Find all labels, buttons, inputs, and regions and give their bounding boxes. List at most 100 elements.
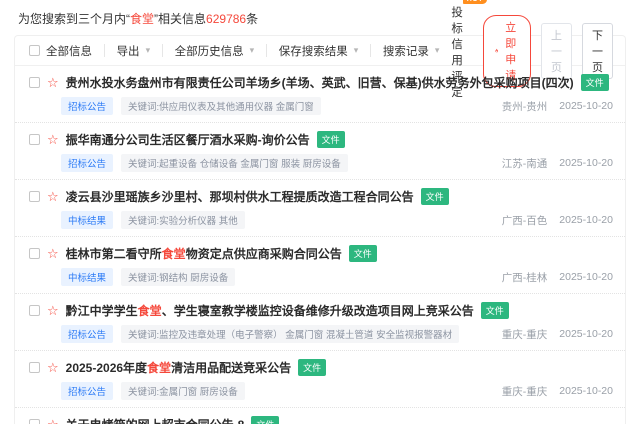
prev-page-button[interactable]: 上一页 bbox=[541, 23, 572, 79]
select-all-label: 全部信息 bbox=[46, 43, 92, 59]
chevron-down-icon: ▾ bbox=[354, 46, 359, 55]
keywords-badge: 关键词:供应用仪表及其他通用仪器 金属门窗 bbox=[121, 97, 321, 115]
title-text: 2025-2026年度 bbox=[66, 361, 147, 375]
title-text: 物资定点供应商采购合同公告 bbox=[186, 247, 342, 261]
search-results-page: 为您搜索到三个月内“食堂”相关信息629786条 全部信息 导出 ▾ 全部历史信… bbox=[0, 0, 640, 424]
summary-keyword: 食堂 bbox=[130, 12, 154, 26]
file-badge[interactable]: 文件 bbox=[481, 302, 509, 319]
result-meta-row: 招标公告 关键词:起重设备 仓储设备 金属门窗 服装 厨房设备 江苏-南通 20… bbox=[29, 154, 613, 172]
search-history-menu[interactable]: 搜索记录 ▾ bbox=[371, 43, 452, 59]
flame-icon bbox=[495, 45, 498, 56]
result-title-row: ☆ 凌云县沙里瑶族乡沙里村、那坝村供水工程提质改造工程合同公告 文件 bbox=[29, 188, 613, 205]
result-row: ☆ 2025-2026年度食堂清洁用品配送竞采公告 文件 招标公告 关键词:金属… bbox=[15, 351, 625, 408]
title-highlight: 食堂 bbox=[162, 247, 186, 261]
title-text: 关于电烤箱的网上超市合同公告-8 bbox=[66, 418, 245, 424]
result-row: ☆ 桂林市第二看守所食堂物资定点供应商采购合同公告 文件 中标结果 关键词:钢结… bbox=[15, 237, 625, 294]
title-text: 振华南通分公司生活区餐厅酒水采购-询价公告 bbox=[66, 133, 310, 147]
hot-badge: HOT bbox=[463, 0, 487, 4]
result-date: 2025-10-20 bbox=[559, 271, 613, 283]
keywords-badge: 关键词:金属门窗 厨房设备 bbox=[121, 382, 245, 400]
title-text: 、学生寝室教学楼监控设备维修升级改造项目网上竞采公告 bbox=[162, 304, 474, 318]
result-location: 贵州-贵州 bbox=[502, 99, 548, 114]
result-title-row: ☆ 振华南通分公司生活区餐厅酒水采购-询价公告 文件 bbox=[29, 131, 613, 148]
star-icon[interactable]: ☆ bbox=[47, 361, 59, 374]
result-date: 2025-10-20 bbox=[559, 328, 613, 340]
history-menu[interactable]: 全部历史信息 ▾ bbox=[163, 43, 267, 59]
result-date: 2025-10-20 bbox=[559, 385, 613, 397]
bid-credit-rating[interactable]: 投标信用评定 HOT bbox=[451, 2, 473, 100]
file-badge[interactable]: 文件 bbox=[317, 131, 345, 148]
star-icon[interactable]: ☆ bbox=[47, 247, 59, 260]
next-page-button[interactable]: 下一页 bbox=[582, 23, 613, 79]
chevron-down-icon: ▾ bbox=[146, 46, 151, 55]
result-row: ☆ 振华南通分公司生活区餐厅酒水采购-询价公告 文件 招标公告 关键词:起重设备… bbox=[15, 123, 625, 180]
chevron-down-icon: ▾ bbox=[435, 46, 440, 55]
type-badge[interactable]: 中标结果 bbox=[61, 211, 113, 229]
title-highlight: 食堂 bbox=[138, 304, 162, 318]
file-badge[interactable]: 文件 bbox=[298, 359, 326, 376]
result-location: 广西-百色 bbox=[502, 213, 548, 228]
result-meta-right: 江苏-南通 2025-10-20 bbox=[502, 156, 613, 171]
export-menu-label: 导出 bbox=[117, 43, 140, 59]
result-title-row: ☆ 黔江中学学生食堂、学生寝室教学楼监控设备维修升级改造项目网上竞采公告 文件 bbox=[29, 302, 613, 319]
row-checkbox[interactable] bbox=[29, 305, 40, 316]
type-badge[interactable]: 招标公告 bbox=[61, 325, 113, 343]
result-title-row: ☆ 2025-2026年度食堂清洁用品配送竞采公告 文件 bbox=[29, 359, 613, 376]
result-location: 广西-桂林 bbox=[502, 270, 548, 285]
keywords-badge: 关键词:起重设备 仓储设备 金属门窗 服装 厨房设备 bbox=[121, 154, 348, 172]
result-title[interactable]: 凌云县沙里瑶族乡沙里村、那坝村供水工程提质改造工程合同公告 bbox=[66, 188, 414, 205]
result-title[interactable]: 黔江中学学生食堂、学生寝室教学楼监控设备维修升级改造项目网上竞采公告 bbox=[66, 302, 474, 319]
file-badge[interactable]: 文件 bbox=[421, 188, 449, 205]
search-history-menu-label: 搜索记录 bbox=[383, 43, 429, 59]
select-all-control[interactable]: 全部信息 bbox=[27, 43, 104, 59]
result-title[interactable]: 桂林市第二看守所食堂物资定点供应商采购合同公告 bbox=[66, 245, 342, 262]
file-badge[interactable]: 文件 bbox=[349, 245, 377, 262]
export-menu[interactable]: 导出 ▾ bbox=[105, 43, 163, 59]
results-list: ☆ 贵州水投水务盘州市有限责任公司羊场乡(羊场、英武、旧营、保基)供水劳务外包采… bbox=[15, 66, 625, 424]
star-icon[interactable]: ☆ bbox=[47, 418, 59, 424]
star-icon[interactable]: ☆ bbox=[47, 133, 59, 146]
result-row: ☆ 关于电烤箱的网上超市合同公告-8 文件 中标结果 关键词:干燥设备 金属门窗… bbox=[15, 408, 625, 424]
title-text: 清洁用品配送竞采公告 bbox=[171, 361, 291, 375]
row-checkbox[interactable] bbox=[29, 362, 40, 373]
title-text: 贵州水投水务盘州市有限责任公司羊场乡(羊场、英武、旧营、保基)供水劳务外包采购项… bbox=[66, 76, 574, 90]
result-title-row: ☆ 桂林市第二看守所食堂物资定点供应商采购合同公告 文件 bbox=[29, 245, 613, 262]
result-row: ☆ 凌云县沙里瑶族乡沙里村、那坝村供水工程提质改造工程合同公告 文件 中标结果 … bbox=[15, 180, 625, 237]
file-badge[interactable]: 文件 bbox=[581, 74, 609, 91]
title-text: 黔江中学学生 bbox=[66, 304, 138, 318]
star-icon[interactable]: ☆ bbox=[47, 190, 59, 203]
save-search-menu[interactable]: 保存搜索结果 ▾ bbox=[267, 43, 371, 59]
result-title-row: ☆ 关于电烤箱的网上超市合同公告-8 文件 bbox=[29, 416, 613, 424]
row-checkbox[interactable] bbox=[29, 134, 40, 145]
type-badge[interactable]: 招标公告 bbox=[61, 97, 113, 115]
row-checkbox[interactable] bbox=[29, 248, 40, 259]
result-meta-row: 中标结果 关键词:实验分析仪器 其他 广西-百色 2025-10-20 bbox=[29, 211, 613, 229]
result-row: ☆ 黔江中学学生食堂、学生寝室教学楼监控设备维修升级改造项目网上竞采公告 文件 … bbox=[15, 294, 625, 351]
result-title-row: ☆ 贵州水投水务盘州市有限责任公司羊场乡(羊场、英武、旧营、保基)供水劳务外包采… bbox=[29, 74, 613, 91]
result-title[interactable]: 贵州水投水务盘州市有限责任公司羊场乡(羊场、英武、旧营、保基)供水劳务外包采购项… bbox=[66, 74, 574, 91]
results-toolbar: 全部信息 导出 ▾ 全部历史信息 ▾ 保存搜索结果 ▾ 搜索记录 ▾ bbox=[15, 36, 625, 66]
file-badge[interactable]: 文件 bbox=[251, 416, 279, 424]
result-title[interactable]: 关于电烤箱的网上超市合同公告-8 bbox=[66, 416, 245, 424]
result-date: 2025-10-20 bbox=[559, 157, 613, 169]
result-meta-right: 广西-百色 2025-10-20 bbox=[502, 213, 613, 228]
type-badge[interactable]: 招标公告 bbox=[61, 382, 113, 400]
result-meta-row: 招标公告 关键词:金属门窗 厨房设备 重庆-重庆 2025-10-20 bbox=[29, 382, 613, 400]
summary-prefix: 为您搜索到三个月内 bbox=[18, 12, 126, 26]
star-icon[interactable]: ☆ bbox=[47, 304, 59, 317]
select-all-checkbox[interactable] bbox=[29, 45, 40, 56]
result-title[interactable]: 振华南通分公司生活区餐厅酒水采购-询价公告 bbox=[66, 131, 310, 148]
result-meta-row: 中标结果 关键词:钢结构 厨房设备 广西-桂林 2025-10-20 bbox=[29, 268, 613, 286]
keywords-badge: 关键词:钢结构 厨房设备 bbox=[121, 268, 235, 286]
row-checkbox[interactable] bbox=[29, 191, 40, 202]
row-checkbox[interactable] bbox=[29, 77, 40, 88]
result-location: 重庆-重庆 bbox=[502, 327, 548, 342]
result-meta-row: 招标公告 关键词:供应用仪表及其他通用仪器 金属门窗 贵州-贵州 2025-10… bbox=[29, 97, 613, 115]
row-checkbox[interactable] bbox=[29, 419, 40, 424]
type-badge[interactable]: 招标公告 bbox=[61, 154, 113, 172]
result-date: 2025-10-20 bbox=[559, 214, 613, 226]
type-badge[interactable]: 中标结果 bbox=[61, 268, 113, 286]
star-icon[interactable]: ☆ bbox=[47, 76, 59, 89]
save-search-menu-label: 保存搜索结果 bbox=[279, 43, 348, 59]
result-title[interactable]: 2025-2026年度食堂清洁用品配送竞采公告 bbox=[66, 359, 291, 376]
